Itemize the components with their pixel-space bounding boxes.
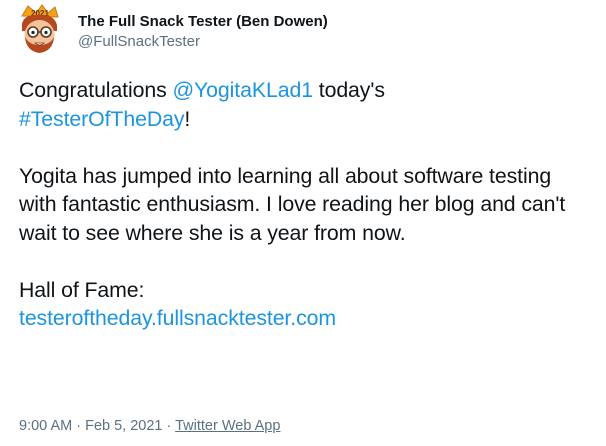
author-display-name[interactable]: The Full Snack Tester (Ben Dowen): [78, 12, 328, 32]
mention-link[interactable]: @YogitaKLad1: [173, 78, 314, 102]
hashtag-link[interactable]: #TesterOfTheDay: [19, 107, 185, 131]
hashtag-suffix: !: [184, 106, 191, 131]
tweet-text: Congratulations @YogitaKLad1 today's #Tes…: [19, 76, 591, 333]
author-names: The Full Snack Tester (Ben Dowen) @FullS…: [78, 12, 328, 52]
congrats-prefix: Congratulations: [19, 78, 173, 102]
hall-of-fame-link[interactable]: testeroftheday.fullsnacktester.com: [19, 306, 336, 330]
meta-separator: ·: [72, 418, 86, 434]
tweet-time[interactable]: 9:00 AM: [19, 418, 72, 434]
author-handle[interactable]: @FullSnackTester: [78, 32, 328, 52]
tweet-header: 2021 The Full Snack Tester (Ben Dowen) @…: [14, 4, 328, 60]
tweet-source-link[interactable]: Twitter Web App: [175, 418, 280, 434]
tweet-meta: 9:00 AM · Feb 5, 2021 · Twitter Web App: [19, 418, 280, 434]
hall-of-fame-label: Hall of Fame:: [19, 277, 145, 302]
tweet-card: 2021 The Full Snack Tester (Ben Dowen) @…: [0, 0, 606, 446]
tweet-paragraph-main: Yogita has jumped into learning all abou…: [19, 163, 566, 245]
tweet-line-congrats: Congratulations @YogitaKLad1 today's #Tes…: [19, 76, 591, 133]
meta-separator: ·: [162, 418, 176, 434]
cartoon-avatar-icon: 2021: [21, 4, 59, 53]
congrats-suffix: today's: [312, 78, 385, 102]
tweet-date[interactable]: Feb 5, 2021: [85, 418, 162, 434]
author-avatar[interactable]: 2021: [14, 4, 64, 58]
